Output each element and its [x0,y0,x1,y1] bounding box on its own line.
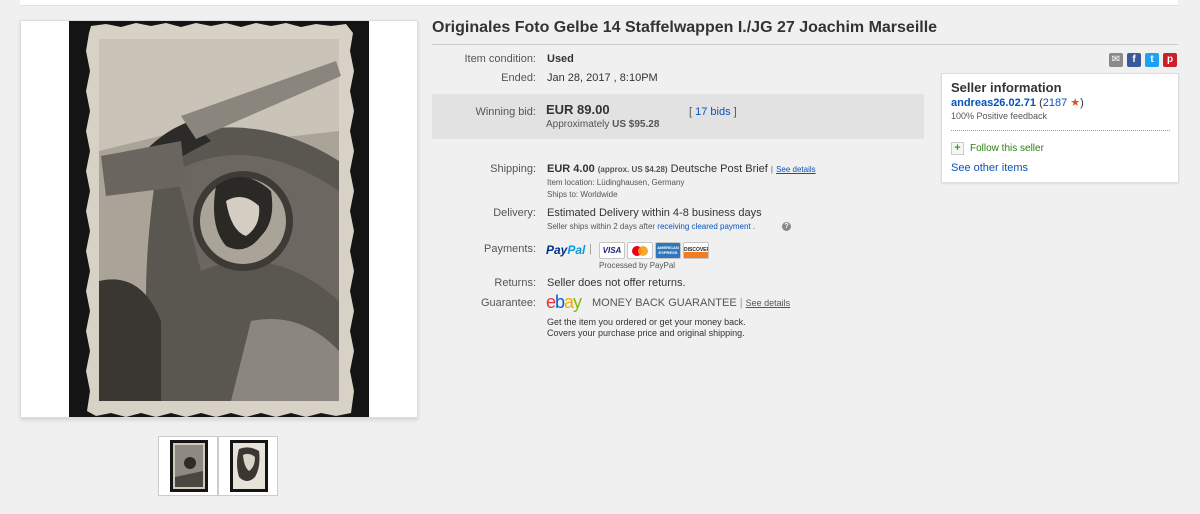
main-item-photo[interactable] [20,20,418,418]
approx-prefix: Approximately [546,119,610,130]
item-location: Item location: Lüdinghausen, Germany [547,178,685,187]
pinterest-share-icon[interactable]: p [1163,53,1177,67]
shipping-see-details-link[interactable]: See details [776,165,816,174]
ships-to: Ships to: Worldwide [547,190,618,199]
thumbnail-1-drawing [170,440,208,492]
seller-feedback-score[interactable]: 2187 [1043,97,1067,109]
seller-name-link[interactable]: andreas26.02.71 [951,97,1036,109]
mbg-text: MONEY BACK GUARANTEE [592,297,737,309]
delivery-value: Estimated Delivery within 4-8 business d… [547,207,762,219]
mbg-see-details-link[interactable]: See details [746,298,791,308]
guarantee-line-2: Covers your purchase price and original … [547,328,745,338]
paypal-logo-part1: Pay [546,243,568,257]
follow-seller-link[interactable]: Follow this seller [970,143,1044,154]
listing-title: Originales Foto Gelbe 14 Staffelwappen I… [432,19,938,36]
shipping-separator: | [770,165,773,174]
feedback-star-icon: ★ [1070,97,1081,109]
follow-plus-icon[interactable]: + [951,142,964,155]
ended-value: Jan 28, 2017 , 8:10PM [547,72,658,84]
money-back-guarantee: MONEY BACK GUARANTEE | See details [592,297,790,309]
approx-price: Approximately US $95.28 [546,119,659,130]
processed-by-paypal: Processed by PayPal [599,261,676,270]
twitter-share-icon[interactable]: t [1145,53,1159,67]
cleared-payment-link[interactable]: receiving cleared payment [657,222,750,231]
amex-card-icon: AMERICAN EXPRESS [655,242,681,259]
winning-price: EUR 89.00 [546,102,610,117]
photo-drawing [69,21,369,417]
seller-name-line: andreas26.02.71 (2187 ★) [951,96,1084,109]
email-share-icon[interactable]: ✉ [1109,53,1123,67]
thumbnail-2[interactable] [218,436,278,496]
bids-count: [ 17 bids ] [689,106,737,118]
seller-positive-feedback: 100% Positive feedback [951,111,1048,121]
thumbnail-1[interactable] [158,436,218,496]
delivery-label: Delivery: [493,207,536,219]
title-divider [432,44,1178,45]
mastercard-orange-circle [638,246,648,256]
guarantee-line-1: Get the item you ordered or get your mon… [547,317,746,327]
ebay-logo-letter-y: y [573,292,582,312]
thumbnail-2-drawing [230,440,268,492]
ebay-logo: ebay [546,292,582,313]
condition-label: Item condition: [464,53,536,65]
seller-info-heading: Seller information [951,80,1062,95]
see-other-items-link[interactable]: See other items [951,162,1028,174]
payments-label: Payments: [484,243,536,255]
mastercard-icon [627,242,653,259]
guarantee-label: Guarantee: [480,297,536,309]
mbg-separator: | [739,297,743,309]
shipping-cost: EUR 4.00 [547,163,595,175]
ebay-logo-letter-a: a [564,292,574,312]
returns-label: Returns: [494,277,536,289]
payments-separator: | [589,243,592,255]
help-icon[interactable]: ? [782,222,791,231]
bids-link[interactable]: 17 bids [695,106,730,118]
shipping-service: Deutsche Post Brief [670,163,768,175]
discover-card-icon: DISCOVER [683,242,709,259]
bids-bracket-close: ] [733,106,737,118]
delivery-note-suffix: . [752,222,756,231]
winning-bid-label: Winning bid: [475,106,536,118]
returns-value: Seller does not offer returns. [547,277,686,289]
seller-score-close: ) [1080,97,1084,109]
paypal-logo-part2: Pal [567,243,586,257]
paypal-logo: PayPal [546,243,585,257]
approx-value: US $95.28 [612,119,660,130]
delivery-note: Seller ships within 2 days after receivi… [547,222,755,231]
condition-value: Used [547,53,574,65]
seller-divider [951,130,1170,131]
visa-card-icon: VISA [599,242,625,259]
bids-bracket-open: [ [689,106,693,118]
shipping-approx: (approx. US $4.28) [597,165,668,174]
ended-label: Ended: [501,72,536,84]
facebook-share-icon[interactable]: f [1127,53,1141,67]
shipping-label: Shipping: [490,163,536,175]
top-bar [20,0,1178,6]
ebay-logo-letter-b: b [555,292,565,312]
shipping-line: EUR 4.00 (approx. US $4.28) Deutsche Pos… [547,163,816,175]
delivery-note-prefix: Seller ships within 2 days after [547,222,656,231]
ebay-logo-letter-e: e [546,292,556,312]
